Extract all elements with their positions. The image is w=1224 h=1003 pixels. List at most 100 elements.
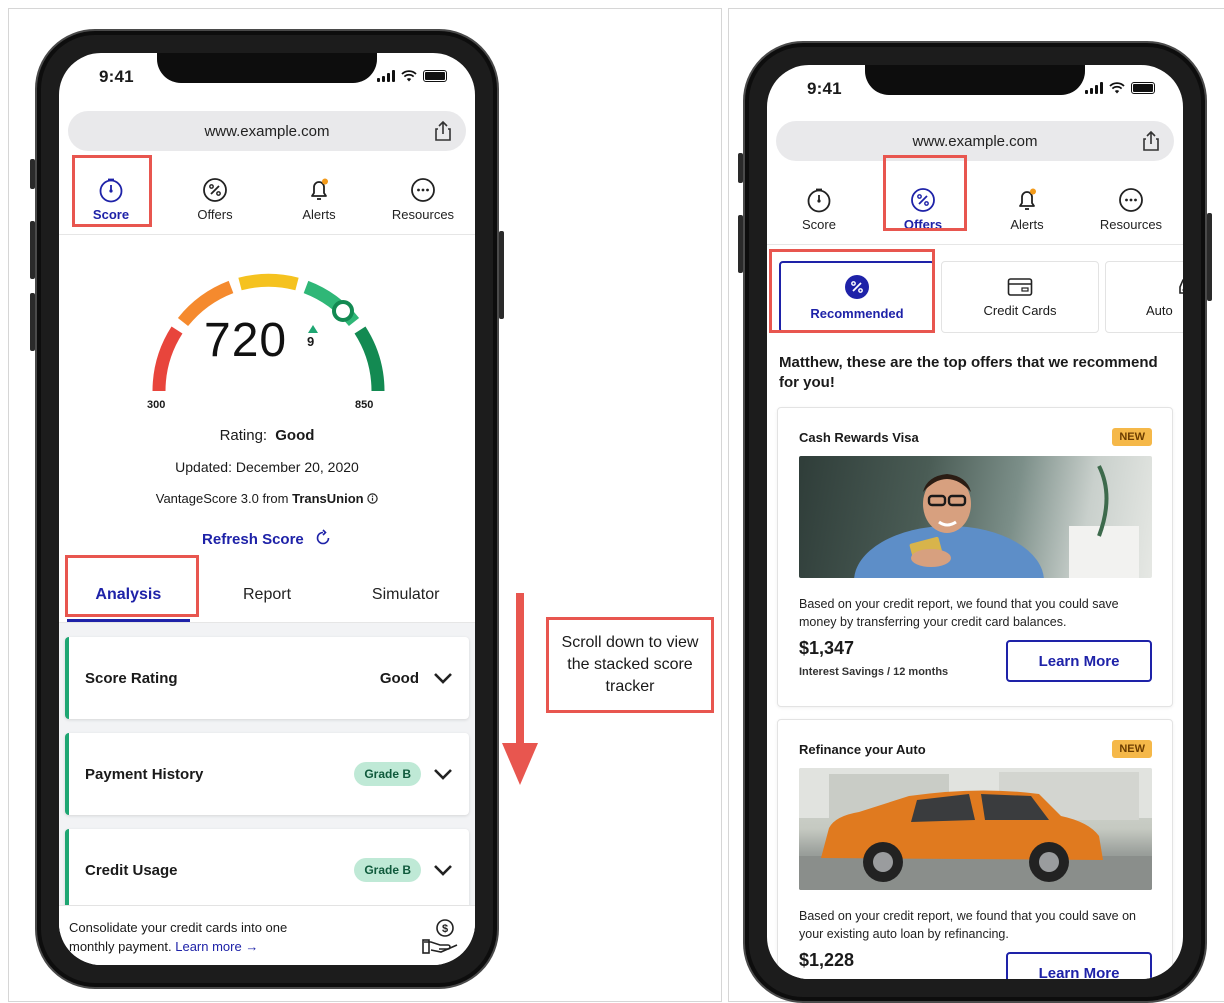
learn-more-button[interactable]: Learn More xyxy=(1006,640,1152,682)
nav-resources[interactable]: Resources xyxy=(371,165,475,234)
tab-analysis[interactable]: Analysis xyxy=(59,567,198,622)
source-name: TransUnion xyxy=(292,491,364,506)
offer-card: Refinance your Auto NEW Based on your cr… xyxy=(777,719,1173,979)
offer-category-tabs: Recommended Credit Cards Auto xyxy=(777,261,1183,339)
phone-power-button xyxy=(499,231,504,319)
arrow-right-icon: → xyxy=(245,939,259,954)
gauge-max-label: 850 xyxy=(355,399,374,411)
bell-icon xyxy=(1014,187,1040,213)
score-value: 720 xyxy=(204,314,288,367)
url-text: www.example.com xyxy=(204,122,330,140)
offer-title: Refinance your Auto xyxy=(799,742,926,757)
nav-offers[interactable]: Offers xyxy=(871,175,975,244)
annotation-callout: Scroll down to view the stacked score tr… xyxy=(546,617,714,713)
gauge-min-label: 300 xyxy=(147,399,166,411)
chevron-down-icon xyxy=(434,769,452,780)
nav-resources-label: Resources xyxy=(391,207,455,222)
status-time: 9:41 xyxy=(99,67,134,86)
factor-score-rating[interactable]: Score Rating Good xyxy=(65,637,469,719)
consolidate-banner: Consolidate your credit cards into one m… xyxy=(59,905,475,965)
phone-screen-right: 9:41 www.example.com Score Offers Alerts… xyxy=(767,65,1183,979)
factor-value: Good xyxy=(379,669,419,687)
subtab-credit-cards[interactable]: Credit Cards xyxy=(941,261,1099,333)
nav-score[interactable]: Score xyxy=(767,175,871,244)
offer-image-orange-suv xyxy=(799,768,1152,890)
battery-icon xyxy=(1131,82,1155,94)
phone-frame-left: 9:41 www.example.com Score Offers Alerts… xyxy=(30,29,504,989)
new-badge: NEW xyxy=(1112,740,1152,758)
svg-text:$: $ xyxy=(442,923,448,935)
scroll-down-arrow-icon xyxy=(502,593,538,785)
offer-amount: $1,347 xyxy=(799,638,855,658)
grade-badge: Grade B xyxy=(354,762,421,786)
offer-description: Based on your credit report, we found th… xyxy=(799,597,1119,629)
info-icon[interactable] xyxy=(367,493,378,504)
car-icon xyxy=(1179,278,1183,294)
tab-report[interactable]: Report xyxy=(198,567,337,622)
factor-credit-usage[interactable]: Credit Usage Grade B xyxy=(65,829,469,911)
phone-volume-up xyxy=(30,221,35,279)
subtab-recommended[interactable]: Recommended xyxy=(779,261,935,333)
phone-volume-down xyxy=(738,215,743,273)
url-bar[interactable]: www.example.com xyxy=(68,111,466,151)
bell-icon xyxy=(306,177,332,203)
score-change: 9 xyxy=(307,325,318,349)
offer-title: Cash Rewards Visa xyxy=(799,430,919,445)
nav-score[interactable]: Score xyxy=(59,165,163,234)
nav-resources-label: Resources xyxy=(1099,217,1163,232)
chevron-down-icon xyxy=(434,865,452,876)
url-bar[interactable]: www.example.com xyxy=(776,121,1174,161)
url-text: www.example.com xyxy=(912,132,1038,150)
phone-volume-up xyxy=(738,153,743,183)
offer-card: Cash Rewards Visa NEW Based on your cred… xyxy=(777,407,1173,707)
main-nav: Score Offers Alerts Resources xyxy=(59,165,475,235)
gauge-icon xyxy=(98,177,124,203)
phone-power-button xyxy=(1207,213,1212,301)
subtab-auto[interactable]: Auto xyxy=(1105,261,1183,333)
chevron-down-icon xyxy=(434,673,452,684)
share-icon[interactable] xyxy=(1142,130,1160,152)
score-gauge: 720 9 300 850 xyxy=(59,273,475,443)
nav-alerts[interactable]: Alerts xyxy=(267,165,371,234)
phone-notch xyxy=(157,53,377,83)
offer-image-man-with-card xyxy=(799,456,1152,578)
share-icon[interactable] xyxy=(434,120,452,142)
card-icon xyxy=(1007,277,1033,296)
factor-title: Score Rating xyxy=(85,669,178,687)
nav-offers[interactable]: Offers xyxy=(163,165,267,234)
nav-offers-label: Offers xyxy=(903,217,943,232)
learn-more-button[interactable]: Learn More xyxy=(1006,952,1152,979)
offers-heading: Matthew, these are the top offers that w… xyxy=(779,354,1158,391)
tab-simulator[interactable]: Simulator xyxy=(336,567,475,622)
nav-alerts[interactable]: Alerts xyxy=(975,175,1079,244)
status-time: 9:41 xyxy=(807,79,842,98)
refresh-score-button[interactable]: Refresh Score xyxy=(59,529,475,548)
phone-screen-left: 9:41 www.example.com Score Offers Alerts… xyxy=(59,53,475,965)
right-panel: 9:41 www.example.com Score Offers Alerts… xyxy=(728,8,1224,1003)
nav-resources[interactable]: Resources xyxy=(1079,175,1183,244)
nav-alerts-label: Alerts xyxy=(1010,217,1044,232)
nav-alerts-label: Alerts xyxy=(302,207,336,222)
signal-icon xyxy=(377,70,395,82)
banner-learn-more-link[interactable]: Learn more → xyxy=(175,939,258,954)
signal-icon xyxy=(1085,82,1103,94)
factor-payment-history[interactable]: Payment History Grade B xyxy=(65,733,469,815)
factor-title: Payment History xyxy=(85,765,204,783)
offer-description: Based on your credit report, we found th… xyxy=(799,909,1137,941)
offer-amount: $1,228 xyxy=(799,950,855,970)
score-change-value: 9 xyxy=(307,334,315,349)
battery-icon xyxy=(423,70,447,82)
subtab-label: Credit Cards xyxy=(983,302,1057,318)
factor-title: Credit Usage xyxy=(85,861,178,879)
score-tabs: Analysis Report Simulator xyxy=(59,567,475,623)
percent-badge-icon xyxy=(845,274,869,299)
more-icon xyxy=(410,177,436,203)
percent-icon xyxy=(202,177,228,203)
system-icons xyxy=(377,70,447,82)
grade-badge: Grade B xyxy=(354,858,421,882)
source-prefix: VantageScore 3.0 from xyxy=(155,491,293,506)
score-rating: Rating: Good xyxy=(59,427,475,444)
left-panel: 9:41 www.example.com Score Offers Alerts… xyxy=(8,8,722,1002)
factor-list: Score Rating Good Payment History Grade … xyxy=(59,623,475,933)
offer-amount-label: Interest Savings / 12 months xyxy=(799,666,949,678)
